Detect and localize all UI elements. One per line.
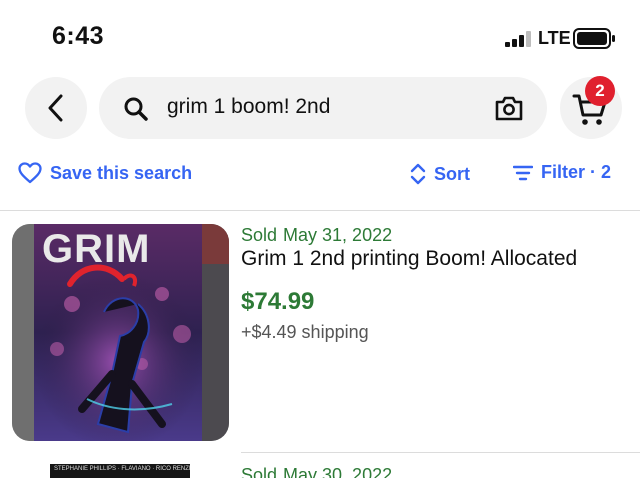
sort-icon <box>410 163 426 185</box>
sold-label: Sold <box>241 465 278 478</box>
filter-label: Filter · 2 <box>541 162 612 182</box>
search-header: grim 1 boom! 2nd <box>0 75 640 141</box>
sort-label: Sort <box>434 163 470 184</box>
filter-icon <box>513 165 533 180</box>
sold-label: Sold <box>241 225 278 245</box>
save-search-label: Save this search <box>50 162 193 183</box>
cover-title: GRIM <box>42 227 150 271</box>
sold-status: Sold May 31, 2022 <box>241 225 392 246</box>
listing-divider <box>241 452 640 453</box>
battery-icon <box>573 28 615 49</box>
status-time: 6:43 <box>52 22 105 50</box>
status-bar: 6:43 LTE <box>0 0 640 70</box>
back-button[interactable] <box>25 77 87 139</box>
listing-item[interactable]: GRIM Sold May 31, 2022 Grim 1 2nd printin… <box>0 222 640 442</box>
sold-status: Sold May 30, 2022 <box>241 465 392 478</box>
signal-icon <box>505 31 531 47</box>
search-input[interactable]: grim 1 boom! 2nd <box>99 77 547 139</box>
save-search-button[interactable]: Save this search <box>18 162 192 184</box>
cart-count-badge: 2 <box>585 76 615 106</box>
search-query: grim 1 boom! 2nd <box>167 95 331 118</box>
search-actions: Save this search Sort Filter · 2 <box>0 158 640 194</box>
search-icon <box>124 97 148 121</box>
back-arrow-icon <box>48 94 63 122</box>
sort-button[interactable]: Sort <box>410 162 470 186</box>
listing-item[interactable]: STEPHANIE PHILLIPS · FLAVIANO · RICO REN… <box>0 458 640 478</box>
item-shipping: +$4.49 shipping <box>241 322 369 342</box>
heart-icon <box>18 162 42 184</box>
sold-date: May 30, 2022 <box>283 465 393 478</box>
filter-button[interactable]: Filter · 2 <box>513 162 611 183</box>
item-title[interactable]: Grim 1 2nd printing Boom! Allocated <box>241 247 577 271</box>
cover-credits: STEPHANIE PHILLIPS · FLAVIANO · RICO REN… <box>54 466 191 472</box>
comic-cover-image: GRIM <box>12 224 229 441</box>
item-thumbnail[interactable]: STEPHANIE PHILLIPS · FLAVIANO · RICO REN… <box>50 464 191 478</box>
header-divider <box>0 210 640 211</box>
sold-date: May 31, 2022 <box>283 225 393 245</box>
item-price: $74.99 <box>241 288 315 315</box>
camera-icon[interactable] <box>494 94 524 122</box>
item-thumbnail[interactable]: GRIM <box>12 224 229 441</box>
network-label: LTE <box>538 28 571 48</box>
